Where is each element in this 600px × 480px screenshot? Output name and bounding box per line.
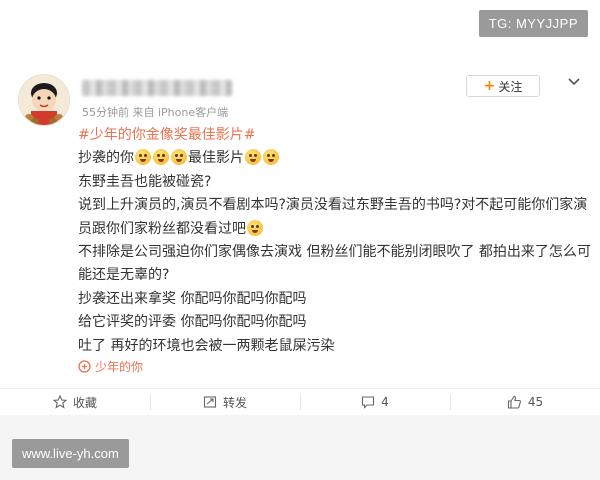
user-avatar[interactable] [18, 74, 70, 126]
star-icon [52, 395, 67, 409]
repost-button[interactable]: 转发 [150, 389, 300, 415]
chevron-down-icon[interactable] [566, 74, 582, 90]
post-line-1-text-b: 最佳影片 [188, 150, 244, 167]
post-line-5: 抄袭还出来拿奖 你配吗你配吗你配吗 [78, 290, 307, 307]
post-line-1-text-a: 抄袭的你 [78, 150, 134, 167]
post-line-1: 抄袭的你 最佳影片 [78, 147, 593, 170]
thumbs-up-icon [507, 395, 521, 409]
action-bar: 收藏 转发 4 45 [0, 389, 600, 415]
post-line-7: 吐了 再好的环境也会被一两颗老鼠屎污染 [78, 337, 335, 354]
emoji-icon [171, 149, 187, 166]
emoji-icon [247, 219, 263, 236]
post-paragraph-1-text: 说到上升演员的,演员不看剧本吗?演员没看过东野圭吾的书吗?对不起可能你们家演员跟… [78, 197, 588, 237]
post-paragraph-1: 说到上升演员的,演员不看剧本吗?演员没看过东野圭吾的书吗?对不起可能你们家演员跟… [78, 194, 593, 241]
link-icon [78, 360, 91, 373]
watermark-bottom: www.live-yh.com [12, 439, 129, 468]
emoji-icon [135, 149, 151, 166]
username-blurred[interactable] [82, 80, 232, 96]
emoji-icon [263, 149, 279, 166]
post-paragraph-2: 不排除是公司强迫你们家偶像去演戏 但粉丝们能不能别闭眼吹了 都拍出来了怎么可能还… [78, 244, 591, 284]
emoji-icon [153, 149, 169, 166]
emoji-icon [245, 149, 261, 166]
weibo-post-card: 55分钟前 来自 iPhone客户端 + 关注 #少年的你金像奖最佳影片# 抄袭… [0, 0, 600, 415]
repost-label: 转发 [222, 395, 247, 410]
plus-icon: + [483, 78, 496, 94]
favorite-label: 收藏 [72, 395, 97, 410]
avatar-cartoon-image [19, 75, 69, 125]
like-button[interactable]: 45 [450, 389, 600, 415]
comment-button[interactable]: 4 [300, 389, 450, 415]
repost-icon [203, 396, 217, 408]
post-meta: 55分钟前 来自 iPhone客户端 [82, 106, 229, 119]
post-line-6: 给它评奖的评委 你配吗你配吗你配吗 [78, 314, 307, 331]
post-body: #少年的你金像奖最佳影片# 抄袭的你 最佳影片 东野圭吾也能被碰瓷? 说到上升演员… [78, 124, 593, 358]
like-count: 45 [527, 395, 544, 409]
source-link[interactable]: 少年的你 [78, 358, 143, 375]
follow-button[interactable]: + 关注 [466, 75, 540, 97]
watermark-top: TG: MYYJJPP [478, 10, 588, 37]
post-line-2: 东野圭吾也能被碰瓷? [78, 173, 212, 190]
favorite-button[interactable]: 收藏 [0, 389, 150, 415]
follow-label: 关注 [498, 79, 523, 94]
comment-count: 4 [381, 395, 389, 409]
comment-icon [362, 396, 375, 409]
topic-link[interactable]: #少年的你金像奖最佳影片# [78, 124, 593, 147]
source-link-label: 少年的你 [95, 360, 144, 374]
